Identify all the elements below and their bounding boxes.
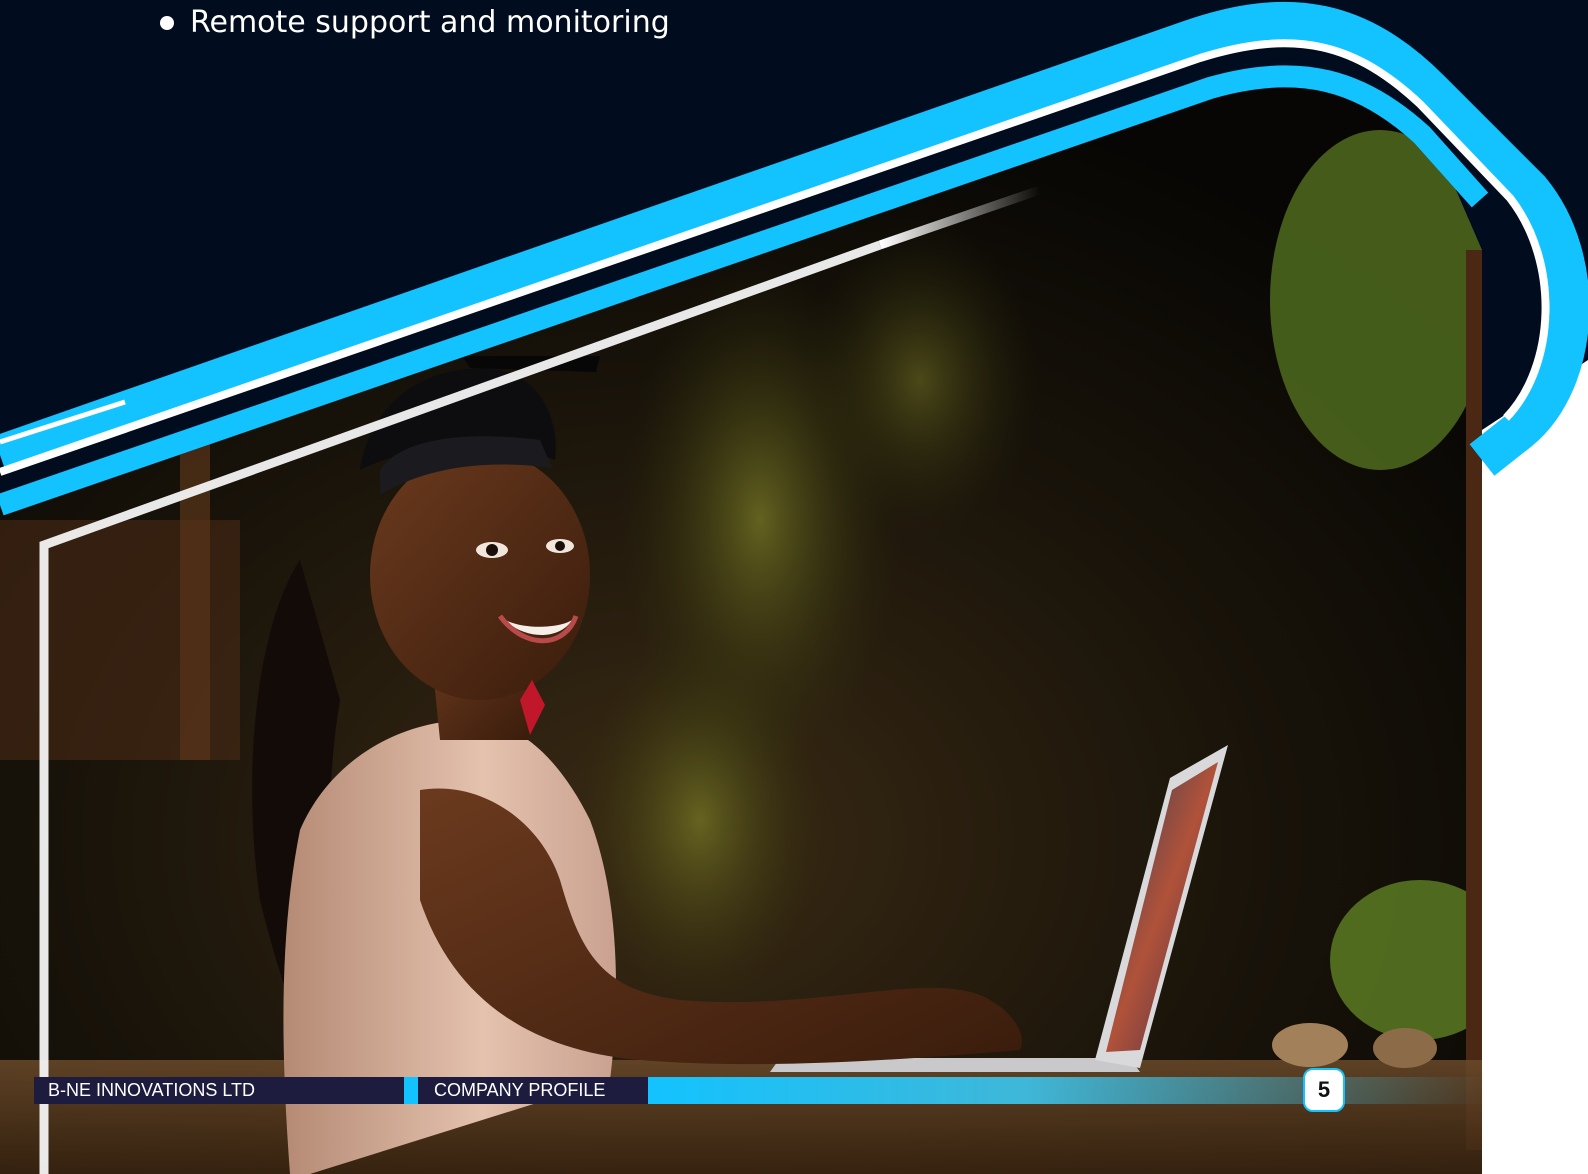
page-footer: B-NE INNOVATIONS LTD COMPANY PROFILE [34,1077,1488,1104]
page: Remote support and monitoring B-NE INNOV… [0,0,1588,1174]
bullet-text: Remote support and monitoring [190,5,670,40]
bullet-dot-icon [160,16,174,30]
page-number: 5 [1303,1068,1345,1112]
footer-company-name: B-NE INNOVATIONS LTD [34,1077,404,1104]
footer-accent-block [404,1077,418,1104]
bullet-item: Remote support and monitoring [160,2,670,44]
footer-gradient-bar [648,1077,1488,1104]
footer-document-title: COMPANY PROFILE [418,1077,648,1104]
page-artwork [0,0,1588,1174]
